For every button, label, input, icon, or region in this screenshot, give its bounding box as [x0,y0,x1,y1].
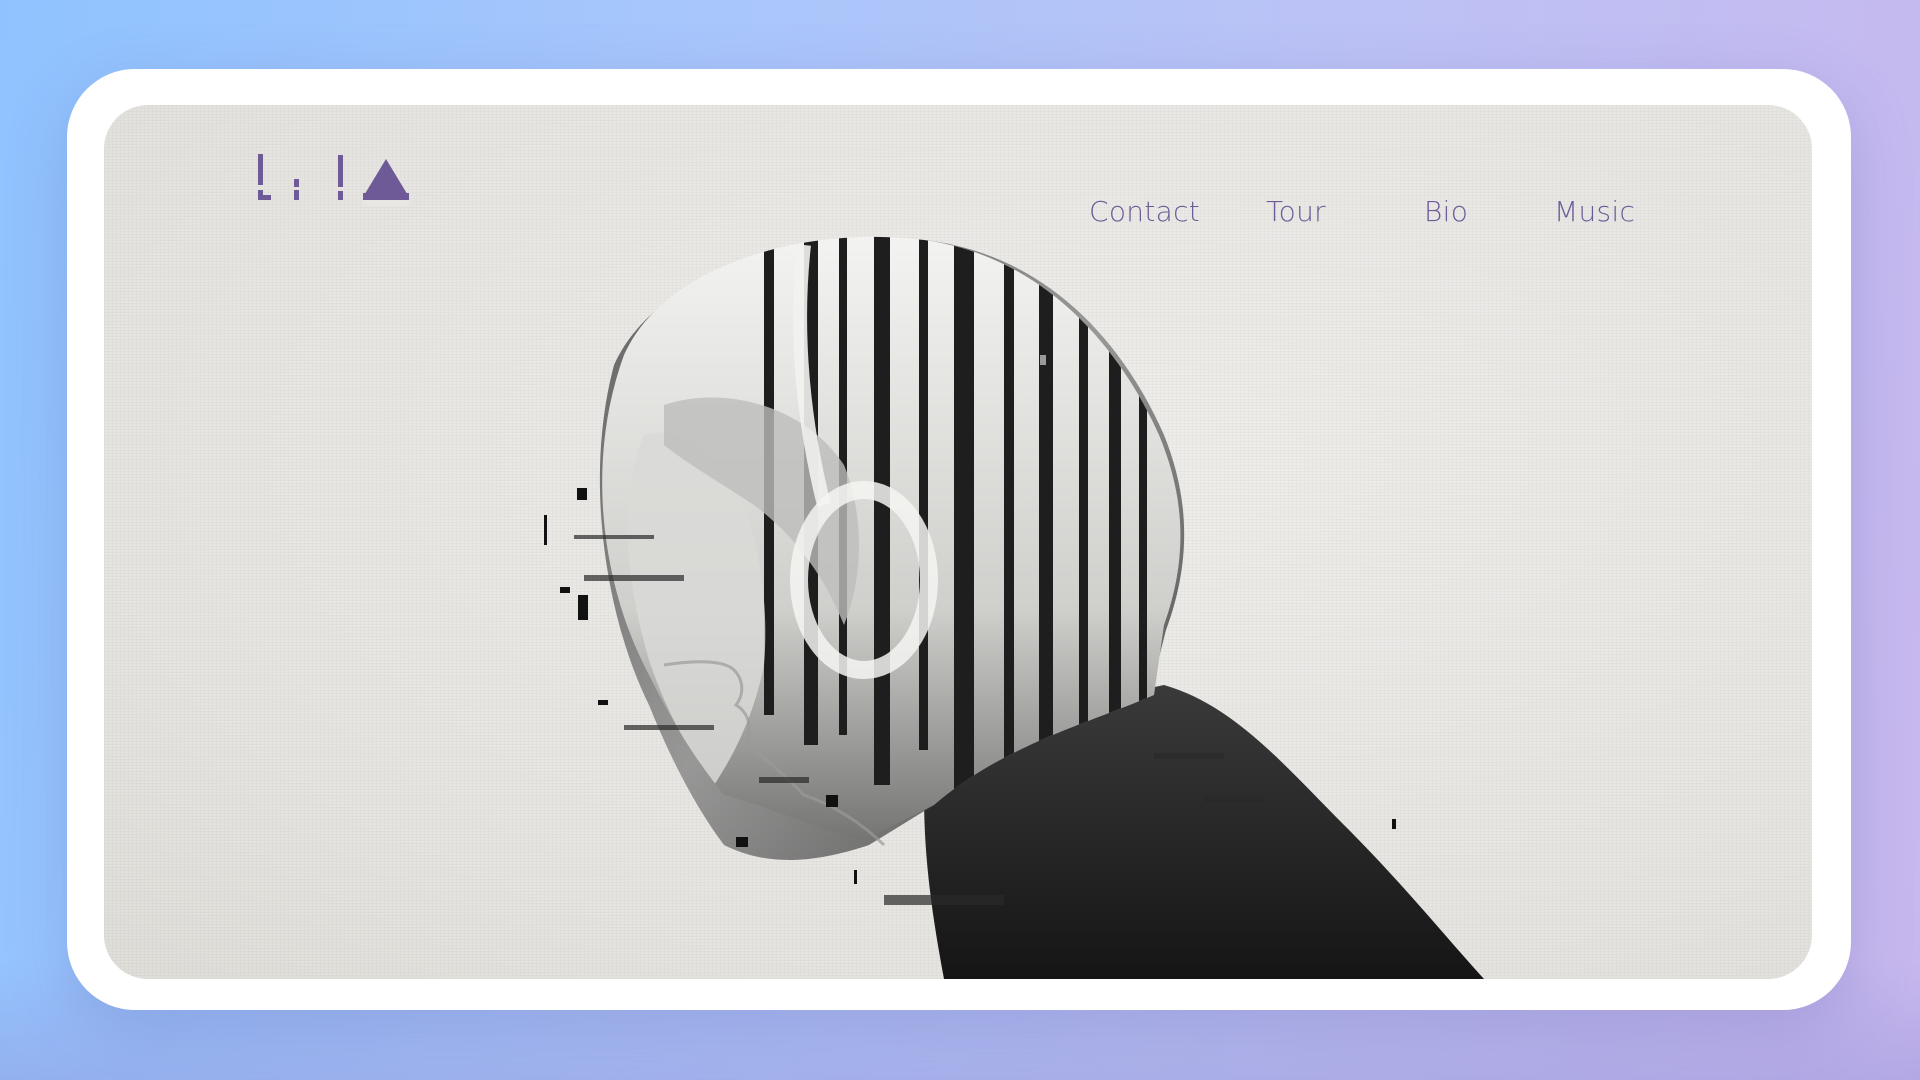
hero-portrait-image [544,236,1484,979]
website-screen: Contact Tour Bio Music [104,105,1812,979]
